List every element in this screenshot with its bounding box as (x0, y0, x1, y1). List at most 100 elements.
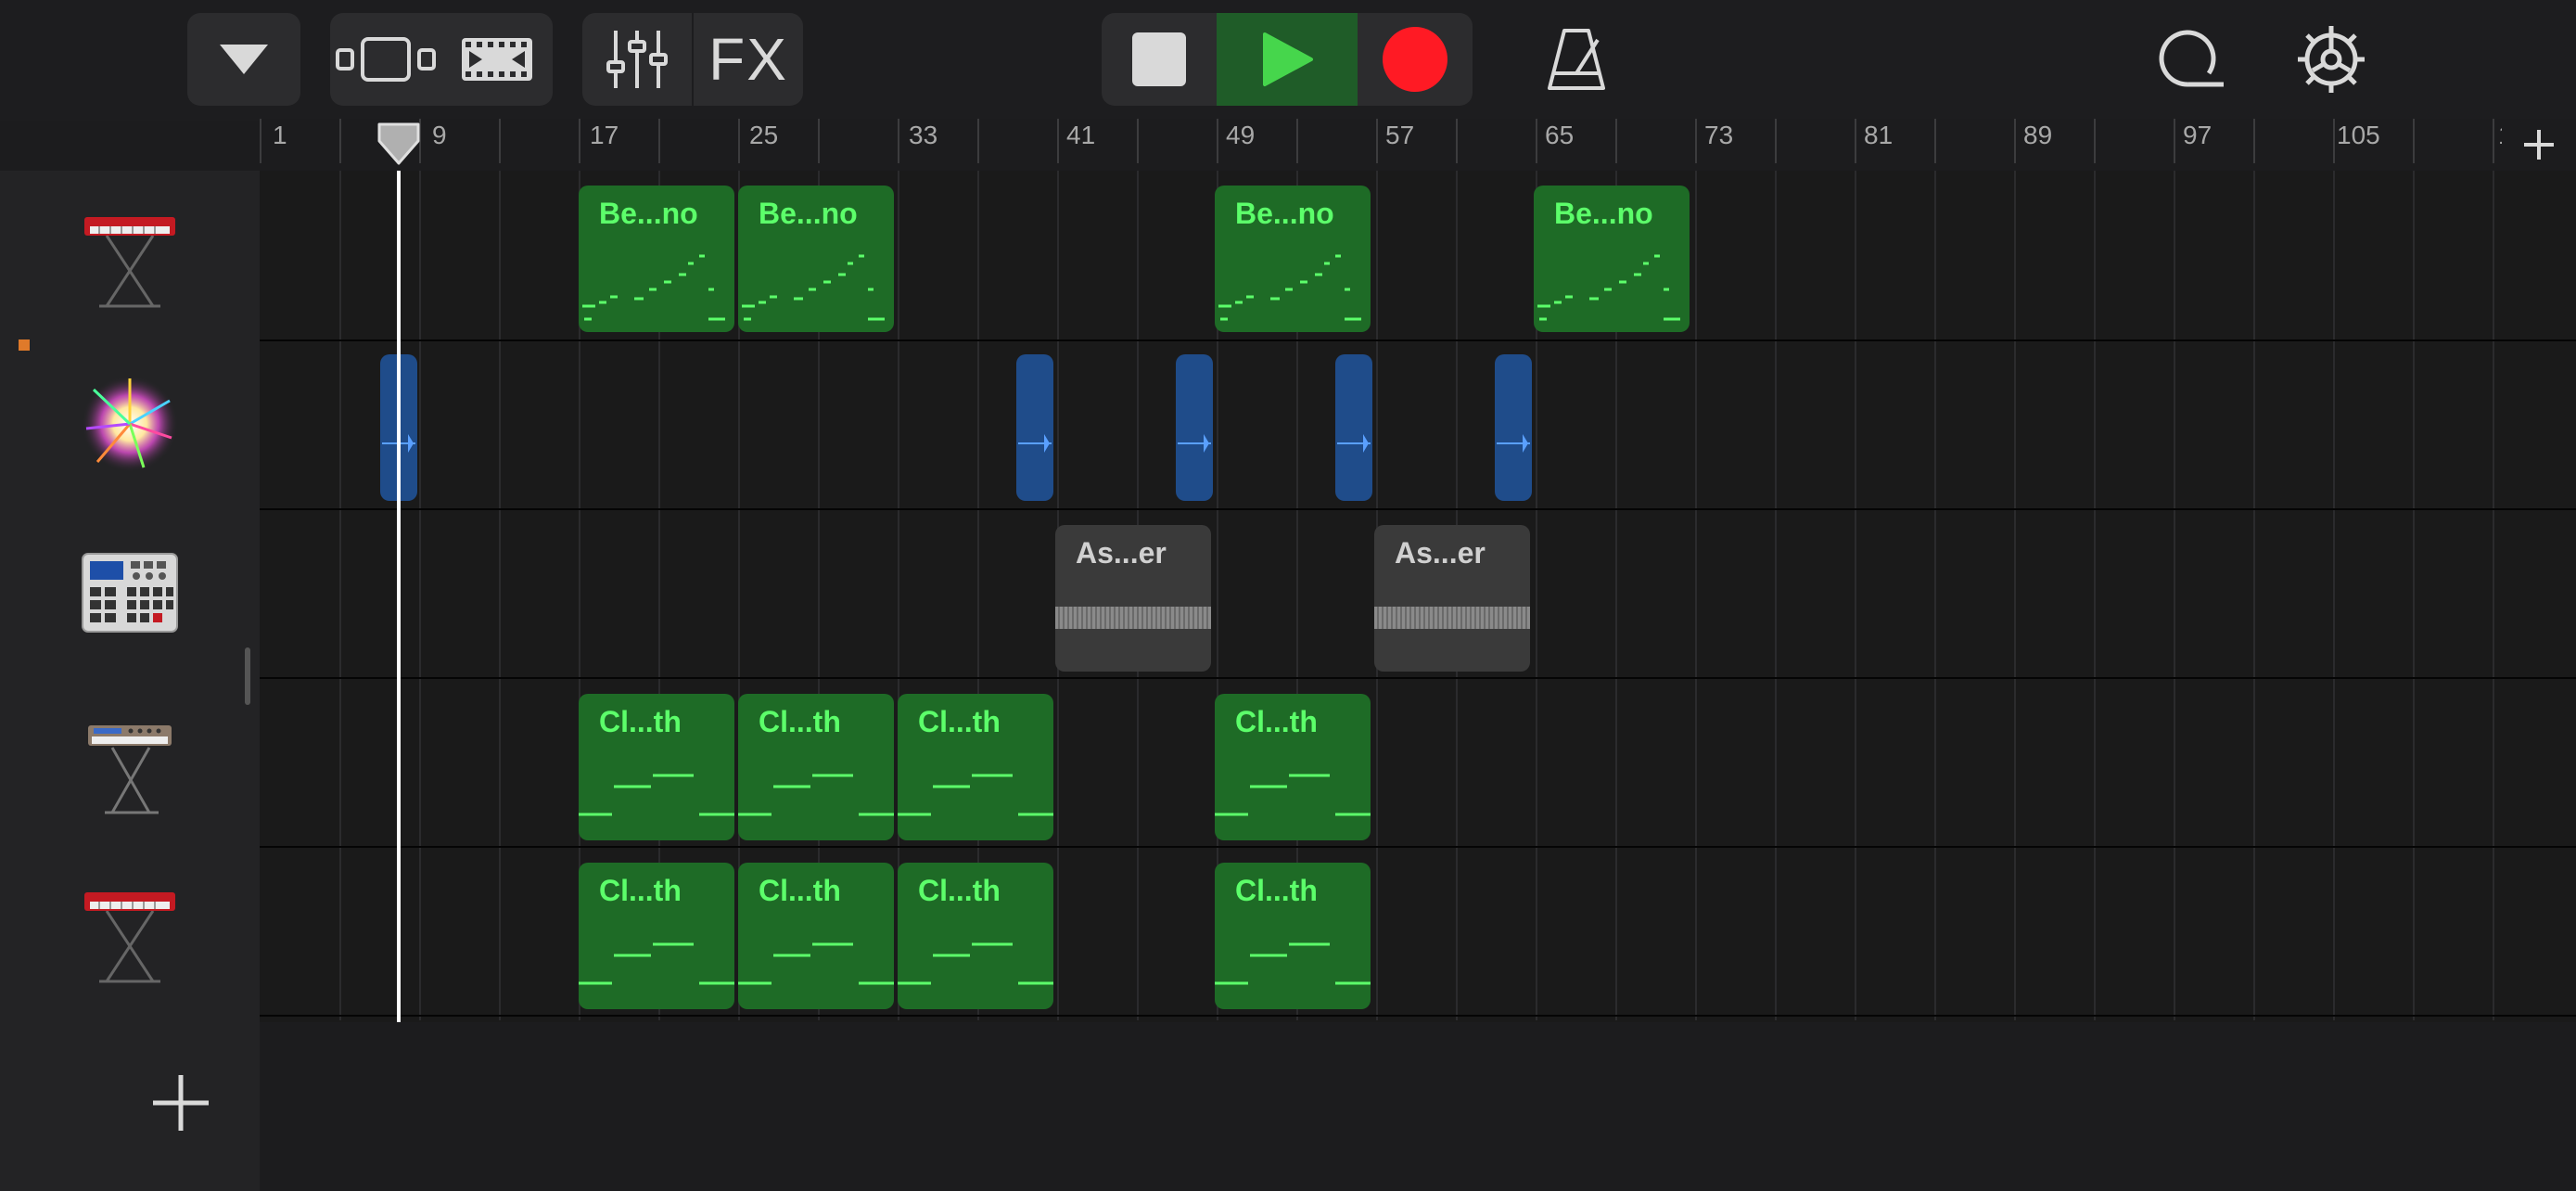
mixer-fx-group: FX (582, 13, 803, 106)
midi-notes-graphic (738, 774, 894, 816)
region-label: As...er (1076, 536, 1167, 570)
timeline-ruler[interactable]: 1 9 17 25 33 41 49 57 65 73 81 89 97 105… (260, 119, 2576, 173)
mixer-button[interactable] (582, 13, 694, 106)
sparkle-fx-icon (82, 376, 178, 472)
bar-number: 57 (1385, 121, 1415, 149)
midi-notes-graphic (1537, 254, 1680, 321)
region-label: As...er (1395, 536, 1486, 570)
playhead-handle[interactable] (376, 121, 422, 172)
waveform-graphic (1018, 434, 1052, 453)
red-keyboard-icon (84, 892, 175, 983)
gear-icon (2298, 26, 2365, 93)
fx-button[interactable]: FX (694, 13, 803, 106)
playhead-line (397, 171, 401, 1022)
headers-scrollbar[interactable] (245, 647, 250, 705)
bar-number: 33 (909, 121, 938, 149)
film-view-button[interactable] (441, 13, 553, 106)
metronome-icon (1548, 29, 1605, 90)
triangle-down-icon (220, 45, 268, 74)
midi-region[interactable]: Be...no (738, 186, 894, 332)
bar-number: 1 (273, 121, 287, 149)
midi-notes-graphic (1218, 254, 1361, 321)
midi-notes-graphic (898, 942, 1053, 985)
red-keyboard-icon (84, 217, 175, 308)
midi-notes-graphic (579, 942, 734, 985)
play-button[interactable] (1217, 13, 1358, 106)
waveform-graphic (1497, 434, 1530, 453)
bar-number: 81 (1864, 121, 1894, 149)
midi-notes-graphic (1215, 774, 1371, 816)
stop-button[interactable] (1102, 13, 1217, 106)
drum-region[interactable]: As...er (1374, 525, 1530, 672)
waveform-graphic (1337, 434, 1371, 453)
sliders-icon (606, 31, 668, 88)
midi-region[interactable]: Be...no (579, 186, 734, 332)
add-track-button[interactable] (139, 1061, 223, 1145)
midi-region[interactable]: Cl...th (579, 694, 734, 840)
film-strip-icon (462, 38, 532, 81)
loop-icon (2159, 30, 2224, 87)
view-toggle-group (330, 13, 553, 106)
midi-region[interactable]: Cl...th (579, 863, 734, 1009)
bar-number: 97 (2183, 121, 2213, 149)
bar-number: 105 (2337, 121, 2380, 149)
midi-region[interactable]: Be...no (1215, 186, 1371, 332)
track-header-5[interactable] (0, 846, 260, 1015)
tracks-view-button[interactable] (330, 13, 441, 106)
midi-notes-graphic (738, 942, 894, 985)
empty-track-area (260, 1022, 2576, 1191)
bar-number: 49 (1226, 121, 1256, 149)
tracks-view-icon (336, 37, 436, 82)
audio-region[interactable] (1016, 354, 1053, 501)
audio-region[interactable] (1176, 354, 1213, 501)
track-headers (0, 171, 260, 1191)
track-header-4[interactable] (0, 677, 260, 846)
settings-button[interactable] (2285, 13, 2378, 106)
toolbar: FX (0, 0, 2576, 121)
midi-region[interactable]: Cl...th (898, 863, 1053, 1009)
midi-notes-graphic (579, 774, 734, 816)
play-icon (1263, 32, 1313, 86)
drum-pattern-graphic (1374, 607, 1530, 629)
audio-region[interactable] (1495, 354, 1532, 501)
midi-region[interactable]: Cl...th (898, 694, 1053, 840)
bar-number: 41 (1066, 121, 1096, 149)
add-section-button[interactable] (2502, 119, 2576, 171)
midi-region[interactable]: Cl...th (738, 694, 894, 840)
bar-number: 25 (749, 121, 779, 149)
bar-number: 65 (1545, 121, 1575, 149)
metronome-button[interactable] (1530, 13, 1623, 106)
stop-icon (1132, 32, 1186, 86)
track-menu-button[interactable] (187, 13, 300, 106)
drum-region[interactable]: As...er (1055, 525, 1211, 672)
tracks-area[interactable]: Be...no Be...no Be...no Be...no As...er … (260, 171, 2576, 1191)
loop-browser-button[interactable] (2142, 13, 2235, 106)
midi-region[interactable]: Cl...th (1215, 694, 1371, 840)
fx-label: FX (708, 26, 788, 93)
bar-number: 73 (1704, 121, 1734, 149)
track-header-1[interactable] (0, 171, 260, 339)
drum-machine-icon (82, 553, 178, 633)
track-header-2[interactable] (0, 339, 260, 508)
track-lane-2 (260, 339, 2576, 510)
bar-number: 9 (432, 121, 447, 149)
midi-region[interactable]: Be...no (1534, 186, 1690, 332)
audio-region[interactable] (1335, 354, 1372, 501)
midi-region[interactable]: Cl...th (1215, 863, 1371, 1009)
bar-number: 89 (2023, 121, 2053, 149)
plus-icon (2524, 130, 2554, 160)
track-header-3[interactable] (0, 508, 260, 677)
record-button[interactable] (1358, 13, 1473, 106)
midi-notes-graphic (1215, 942, 1371, 985)
plus-icon (153, 1075, 209, 1131)
synth-keyboard-icon (88, 725, 172, 814)
midi-notes-graphic (898, 774, 1053, 816)
playhead-icon (377, 122, 420, 165)
transport-group (1102, 13, 1473, 106)
record-icon (1383, 27, 1447, 92)
midi-notes-graphic (742, 254, 885, 321)
bar-number: 17 (590, 121, 619, 149)
midi-region[interactable]: Cl...th (738, 863, 894, 1009)
waveform-graphic (1178, 434, 1211, 453)
drum-pattern-graphic (1055, 607, 1211, 629)
